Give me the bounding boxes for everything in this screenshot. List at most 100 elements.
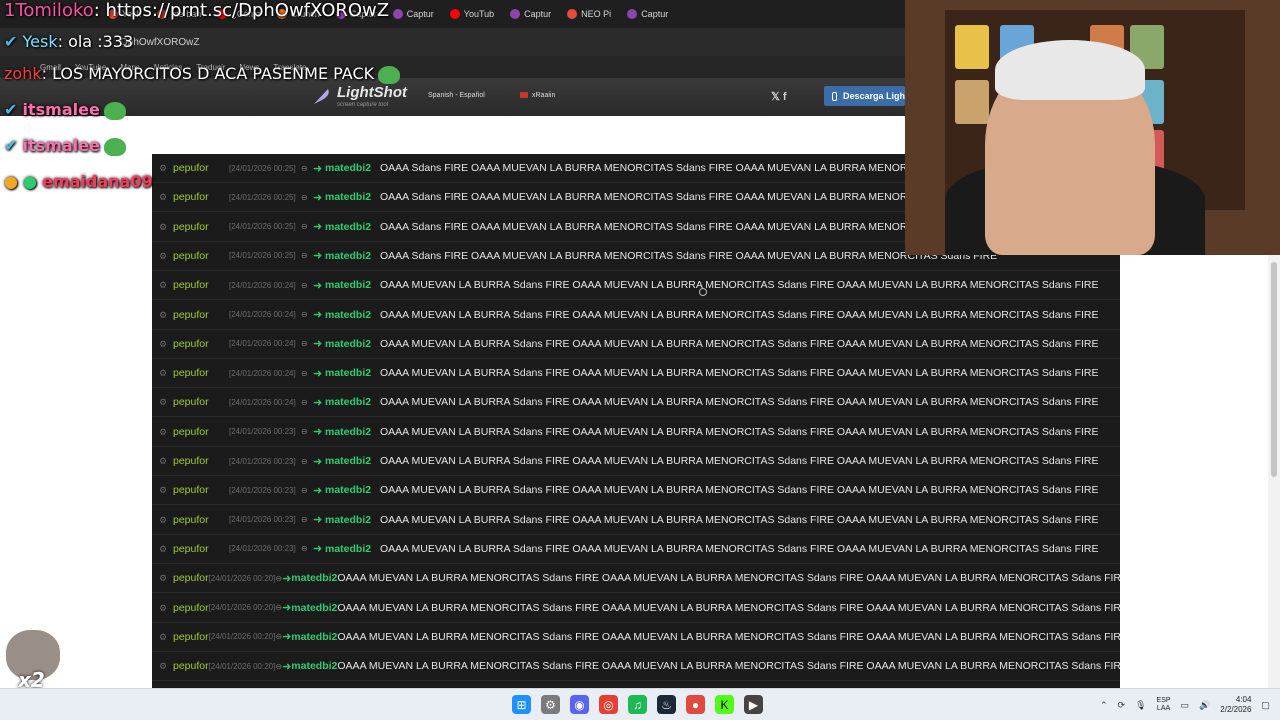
gear-icon[interactable]: ⚙ [159, 544, 167, 553]
gear-icon[interactable]: ⚙ [159, 251, 167, 260]
arrow-badge-icon: ➜ [313, 396, 323, 409]
chat-username[interactable]: matedbi2 [325, 221, 380, 233]
lightshot-logo[interactable]: LightShot [337, 84, 407, 101]
gear-icon[interactable]: ⚙ [159, 662, 167, 671]
gear-icon[interactable]: ⚙ [159, 603, 167, 612]
microphone-icon[interactable]: 🎙 [1135, 700, 1146, 711]
chat-channel-user[interactable]: pepufor [173, 191, 229, 203]
chat-channel-user[interactable]: pepufor [173, 660, 209, 672]
chat-username[interactable]: matedbi2 [325, 367, 380, 379]
clock[interactable]: 4:04 2/2/2026 [1220, 695, 1251, 715]
obs-app-icon[interactable]: ● [686, 695, 705, 714]
gear-icon[interactable]: ⚙ [159, 398, 167, 407]
steam-app-icon[interactable]: ♨ [657, 695, 676, 714]
chevron-up-icon[interactable]: ⌃ [1100, 700, 1108, 711]
overlay-username: itsmalee [22, 100, 100, 119]
gear-icon[interactable]: ⚙ [159, 310, 167, 319]
chat-channel-user[interactable]: pepufor [173, 338, 229, 350]
chat-username[interactable]: matedbi2 [325, 396, 380, 408]
gear-icon[interactable]: ⚙ [159, 515, 167, 524]
chat-channel-user[interactable]: pepufor [173, 543, 229, 555]
gear-icon[interactable]: ⚙ [159, 632, 167, 641]
chrome-app-icon[interactable]: ◎ [599, 695, 618, 714]
chat-username[interactable]: matedbi2 [325, 484, 380, 496]
chat-username[interactable]: matedbi2 [325, 162, 380, 174]
chat-channel-user[interactable]: pepufor [173, 602, 209, 614]
arrow-badge-icon: ➜ [313, 455, 323, 468]
spotify-app-icon[interactable]: ♫ [628, 695, 647, 714]
download-button[interactable]: Descarga Ligh [824, 86, 905, 106]
network-icon[interactable]: ▭ [1181, 700, 1190, 711]
chat-username[interactable]: matedbi2 [325, 191, 380, 203]
check-icon: ✔ [4, 136, 23, 155]
chat-username[interactable]: matedbi2 [325, 338, 380, 350]
settings-app-icon[interactable]: ⚙ [541, 695, 560, 714]
chat-channel-user[interactable]: pepufor [173, 309, 229, 321]
chat-channel-user[interactable]: pepufor [173, 250, 229, 262]
chat-username[interactable]: matedbi2 [325, 543, 380, 555]
chat-channel-user[interactable]: pepufor [173, 426, 229, 438]
gear-icon[interactable]: ⚙ [159, 222, 167, 231]
browser-tab[interactable]: NEO Pi [559, 0, 619, 28]
overlay-message: : https://prnt.sc/DphOwfXOROwZ [93, 0, 390, 21]
sync-icon[interactable]: ⟳ [1118, 700, 1126, 711]
overlay-chat-line: ● ● emaidana09 [4, 172, 153, 191]
chat-channel-user[interactable]: pepufor [173, 514, 229, 526]
mod-badge-icon: ⊖ [275, 632, 283, 642]
language-selector[interactable]: Spanish - Español [428, 92, 485, 99]
scrollbar-thumb[interactable] [1271, 262, 1277, 477]
gear-icon[interactable]: ⚙ [159, 574, 167, 583]
gear-icon[interactable]: ⚙ [159, 457, 167, 466]
chat-username[interactable]: matedbi2 [291, 660, 337, 672]
discord-app-icon[interactable]: ◉ [570, 695, 589, 714]
chat-username[interactable]: matedbi2 [325, 514, 380, 526]
chat-username[interactable]: matedbi2 [325, 455, 380, 467]
browser-tab[interactable]: Captur [502, 0, 559, 28]
chat-username[interactable]: matedbi2 [325, 250, 380, 262]
mod-badge-icon: ⊖ [301, 222, 308, 232]
address-bar[interactable]: OphOwfXOROwZ [0, 28, 905, 56]
chat-channel-user[interactable]: pepufor [173, 455, 229, 467]
input-language[interactable]: ESP LAA [1157, 697, 1171, 713]
chat-message: OAAA MUEVAN LA BURRA Sdans FIRE OAAA MUE… [380, 484, 1099, 497]
user-menu[interactable]: xRaaiin [520, 92, 555, 99]
gear-icon[interactable]: ⚙ [159, 369, 167, 378]
chat-message: OAAA MUEVAN LA BURRA MENORCITAS Sdans FI… [337, 601, 1120, 614]
mod-badge-icon: ⊖ [301, 163, 308, 173]
chat-channel-user[interactable]: pepufor [173, 396, 229, 408]
notification-icon[interactable]: ▢ [1261, 700, 1270, 711]
chat-channel-user[interactable]: pepufor [173, 279, 229, 291]
gear-icon[interactable]: ⚙ [159, 339, 167, 348]
arrow-badge-icon: ➜ [282, 660, 292, 673]
gear-icon[interactable]: ⚙ [159, 164, 167, 173]
gear-icon[interactable]: ⚙ [159, 427, 167, 436]
chat-username[interactable]: matedbi2 [325, 309, 380, 321]
chat-username[interactable]: matedbi2 [325, 279, 380, 291]
gear-icon[interactable]: ⚙ [159, 281, 167, 290]
browser-tab[interactable]: Captur [619, 0, 676, 28]
chat-username[interactable]: matedbi2 [291, 631, 337, 643]
media-app-icon[interactable]: ▶ [744, 695, 763, 714]
chat-channel-user[interactable]: pepufor [173, 367, 229, 379]
chat-channel-user[interactable]: pepufor [173, 221, 229, 233]
volume-icon[interactable]: 🔊 [1199, 700, 1210, 711]
mod-badge-icon: ⊖ [301, 456, 308, 466]
gear-icon[interactable]: ⚙ [159, 486, 167, 495]
pepe-emote-icon [103, 101, 126, 120]
chat-row: ⚙ pepufor [24/01/2026 00:24] ⊖ ➜ matedbi2 OAAA… [152, 330, 1120, 359]
kick-app-icon[interactable]: K [715, 695, 734, 714]
gear-icon[interactable]: ⚙ [159, 193, 167, 202]
mod-badge-icon: ⊖ [275, 603, 283, 612]
chat-channel-user[interactable]: pepufor [173, 572, 209, 584]
social-icons[interactable]: 𝕏 f [771, 90, 787, 103]
chat-username[interactable]: matedbi2 [291, 602, 337, 614]
arrow-badge-icon: ➜ [313, 309, 323, 321]
browser-tab[interactable]: YouTub [442, 0, 502, 28]
chat-channel-user[interactable]: pepufor [173, 162, 229, 174]
windows-start-icon[interactable]: ⊞ [512, 695, 531, 714]
chat-username[interactable]: matedbi2 [291, 572, 337, 584]
browser-tab[interactable]: Captur [385, 0, 442, 28]
chat-channel-user[interactable]: pepufor [173, 484, 229, 496]
chat-channel-user[interactable]: pepufor [173, 631, 209, 643]
chat-username[interactable]: matedbi2 [325, 426, 380, 438]
